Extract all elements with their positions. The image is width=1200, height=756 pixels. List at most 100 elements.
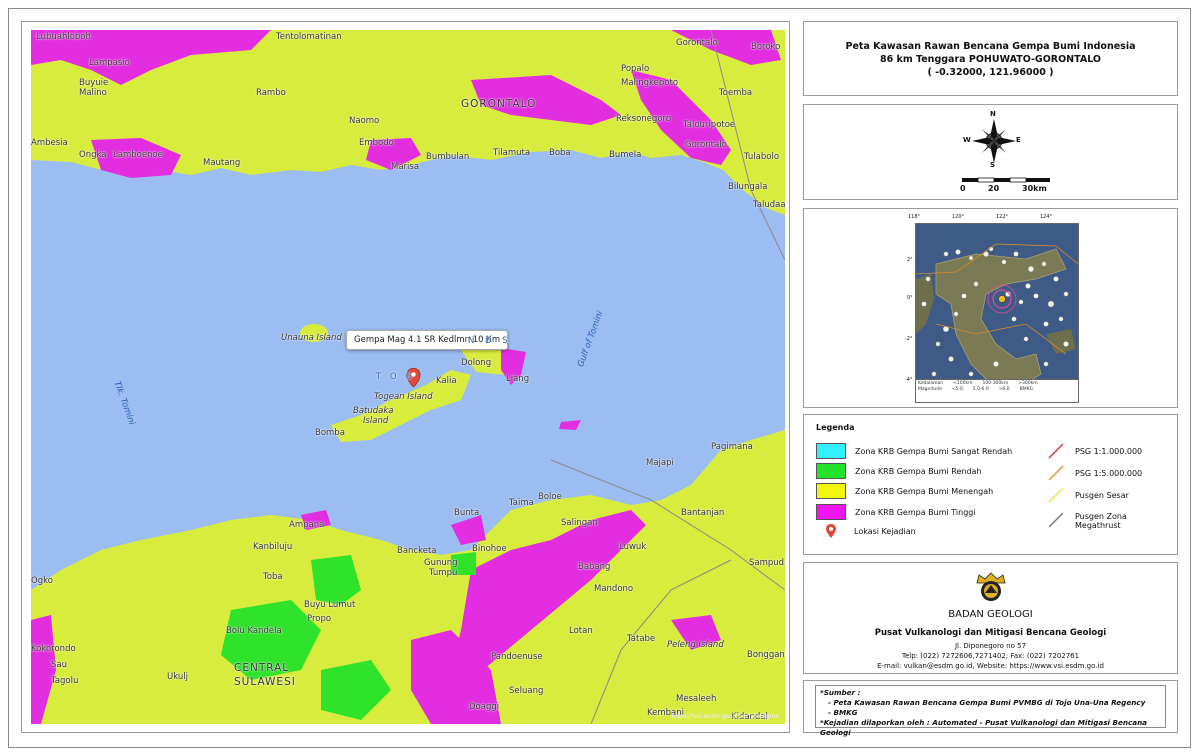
inset-canvas	[916, 243, 1078, 390]
region-label: CENTRAL	[234, 662, 290, 674]
agency-center: Pusat Vulkanologi dan Mitigasi Bencana G…	[874, 628, 1107, 638]
place-label: Lotan	[569, 626, 593, 636]
place-label: Ongka	[79, 150, 107, 160]
agency-name: BADAN GEOLOGI	[948, 609, 1033, 620]
place-label: Bancketa	[397, 546, 437, 556]
place-label: Mandono	[594, 584, 634, 594]
agency-email: E-mail: vulkan@esdm.go.id, Website: http…	[877, 662, 1104, 670]
line-symbol-icon	[1048, 487, 1064, 503]
hazard-map[interactable]: Gempa Mag 4.1 SR Kedlmn 10 Km Lubuahlobo…	[31, 30, 785, 724]
place-label: Naomo	[349, 116, 380, 126]
place-label: Babang	[578, 562, 611, 572]
place-label: Bunta	[454, 508, 480, 518]
agency-address: Jl. Diponegoro no 57	[954, 642, 1027, 650]
place-label: Ukulj	[167, 672, 188, 682]
place-label: Reksonegoro	[616, 114, 672, 124]
legend-swatch	[816, 443, 846, 459]
place-label: Malingkepoto	[621, 78, 679, 88]
map-title: Peta Kawasan Rawan Bencana Gempa Bumi In…	[845, 41, 1136, 52]
legend-line-pusgen-fault: Pusgen Sesar	[1047, 487, 1129, 503]
agency-phone: Telp: (022) 7272606,7271402; Fax: (022) …	[901, 652, 1080, 660]
place-label: Gunung	[424, 558, 458, 568]
map-subtitle: 86 km Tenggara POHUWATO-GORONTALO	[879, 54, 1102, 65]
source-heading: *Sumber :	[820, 688, 861, 697]
source-item: - Peta Kawasan Rawan Bencana Gempa Bumi …	[828, 698, 1146, 707]
inset-map: Kedalaman <100km 100-300km >300km Magnit…	[915, 223, 1079, 403]
legend-label: Zona KRB Gempa Bumi Tinggi	[855, 507, 976, 517]
legend-label: Zona KRB Gempa Bumi Sangat Rendah	[855, 446, 1013, 456]
place-label: Toba	[263, 572, 283, 582]
map-attribution[interactable]: https://vsi.esdm.go.id/portalmagma	[672, 713, 779, 720]
compass-n: N	[990, 110, 996, 118]
place-label: Salingan	[561, 518, 598, 528]
place-label: Marisa	[391, 162, 420, 172]
inset-legend: Kedalaman <100km 100-300km >300km Magnit…	[916, 379, 1078, 402]
place-label: Luwuk	[619, 542, 647, 552]
place-label: Pandoenuse	[491, 652, 543, 662]
legend-swatch	[816, 483, 846, 499]
legend-label: PSG 1:1.000.000	[1075, 446, 1143, 456]
place-label: Bumela	[609, 150, 642, 160]
inset-map-panel: Kedalaman <100km 100-300km >300km Magnit…	[803, 208, 1178, 408]
legend-panel: Legenda Zona KRB Gempa Bumi Sangat Renda…	[803, 414, 1178, 555]
place-label: Talouripotoe	[683, 120, 736, 130]
place-label: Lampasio	[89, 58, 130, 68]
island-group-label: N D S	[468, 336, 512, 346]
scale-tick: 0	[960, 184, 966, 193]
compass-e: E	[1016, 136, 1021, 144]
legend-item-location: Lokasi Kejadian	[826, 524, 916, 538]
island-label: Unauna Island	[281, 333, 342, 343]
place-label: GORONTALO	[461, 98, 537, 110]
place-label: Bumbulan	[426, 152, 470, 162]
map-coordinates: ( -0.32000, 121.96000 )	[927, 67, 1054, 78]
small-islet-high	[559, 420, 581, 430]
inset-lon-tick: 124°	[1040, 214, 1053, 220]
legend-label: Pusgen Zona	[1075, 512, 1127, 521]
island-label: Island	[363, 416, 389, 426]
place-label: Popalo	[621, 64, 650, 74]
compass-panel: N S E W 0 20 30km	[803, 104, 1178, 200]
place-label: Lamboenoe	[113, 150, 163, 160]
place-label: Gorontalo	[676, 38, 718, 48]
source-item: - BMKG	[828, 708, 858, 717]
place-label: Bolu Kandela	[226, 626, 282, 636]
place-label: Rambo	[256, 88, 286, 98]
inset-lat-tick: 2°	[907, 257, 913, 263]
place-label: Mesaleeh	[676, 694, 717, 704]
inset-legend-label: >6.0	[998, 387, 1010, 392]
place-label: Pagimana	[711, 442, 753, 452]
place-label: Taludaa	[753, 200, 785, 210]
place-label: Kokorondo	[31, 644, 76, 654]
place-label: Toemba	[719, 88, 753, 98]
island-label: Batudaka	[353, 406, 394, 416]
scale-tick: 20	[988, 184, 1000, 193]
island-label: Peleng Island	[667, 640, 724, 650]
bunta-high-zone	[451, 515, 486, 545]
place-label: Buyuie	[79, 78, 109, 88]
place-label: Ampana	[289, 520, 325, 530]
place-label: Mautang	[203, 158, 241, 168]
legend-title: Legenda	[816, 423, 855, 432]
inset-legend-label: 5.0-6.0	[972, 387, 989, 392]
place-label: Sau	[51, 660, 67, 670]
place-label: Tagolu	[51, 676, 79, 686]
location-pin-icon	[826, 524, 836, 538]
inset-legend-label: <5.0	[951, 387, 963, 392]
inset-lat-tick: -2°	[905, 336, 913, 342]
legend-label: Zona KRB Gempa Bumi Rendah	[855, 466, 982, 476]
place-label: Binohoe	[472, 544, 507, 554]
place-label: Boloe	[538, 492, 562, 502]
island-label: Togean Island	[374, 392, 433, 402]
legend-line-psg1: PSG 1:1.000.000	[1047, 443, 1142, 459]
place-label: Ogko	[31, 576, 53, 586]
place-label: Boba	[549, 148, 571, 158]
scale-tick: 30km	[1022, 184, 1047, 193]
place-label: Kanbiluju	[253, 542, 293, 552]
legend-item-medium: Zona KRB Gempa Bumi Menengah	[816, 483, 993, 499]
inset-lon-tick: 118°	[908, 214, 921, 220]
legend-label: Megathrust	[1075, 521, 1121, 530]
place-label: Dolong	[461, 358, 492, 368]
legend-label: Zona KRB Gempa Bumi Menengah	[855, 486, 994, 496]
legend-item-very-low: Zona KRB Gempa Bumi Sangat Rendah	[816, 443, 1012, 459]
legend-label: Pusgen Sesar	[1075, 490, 1129, 500]
